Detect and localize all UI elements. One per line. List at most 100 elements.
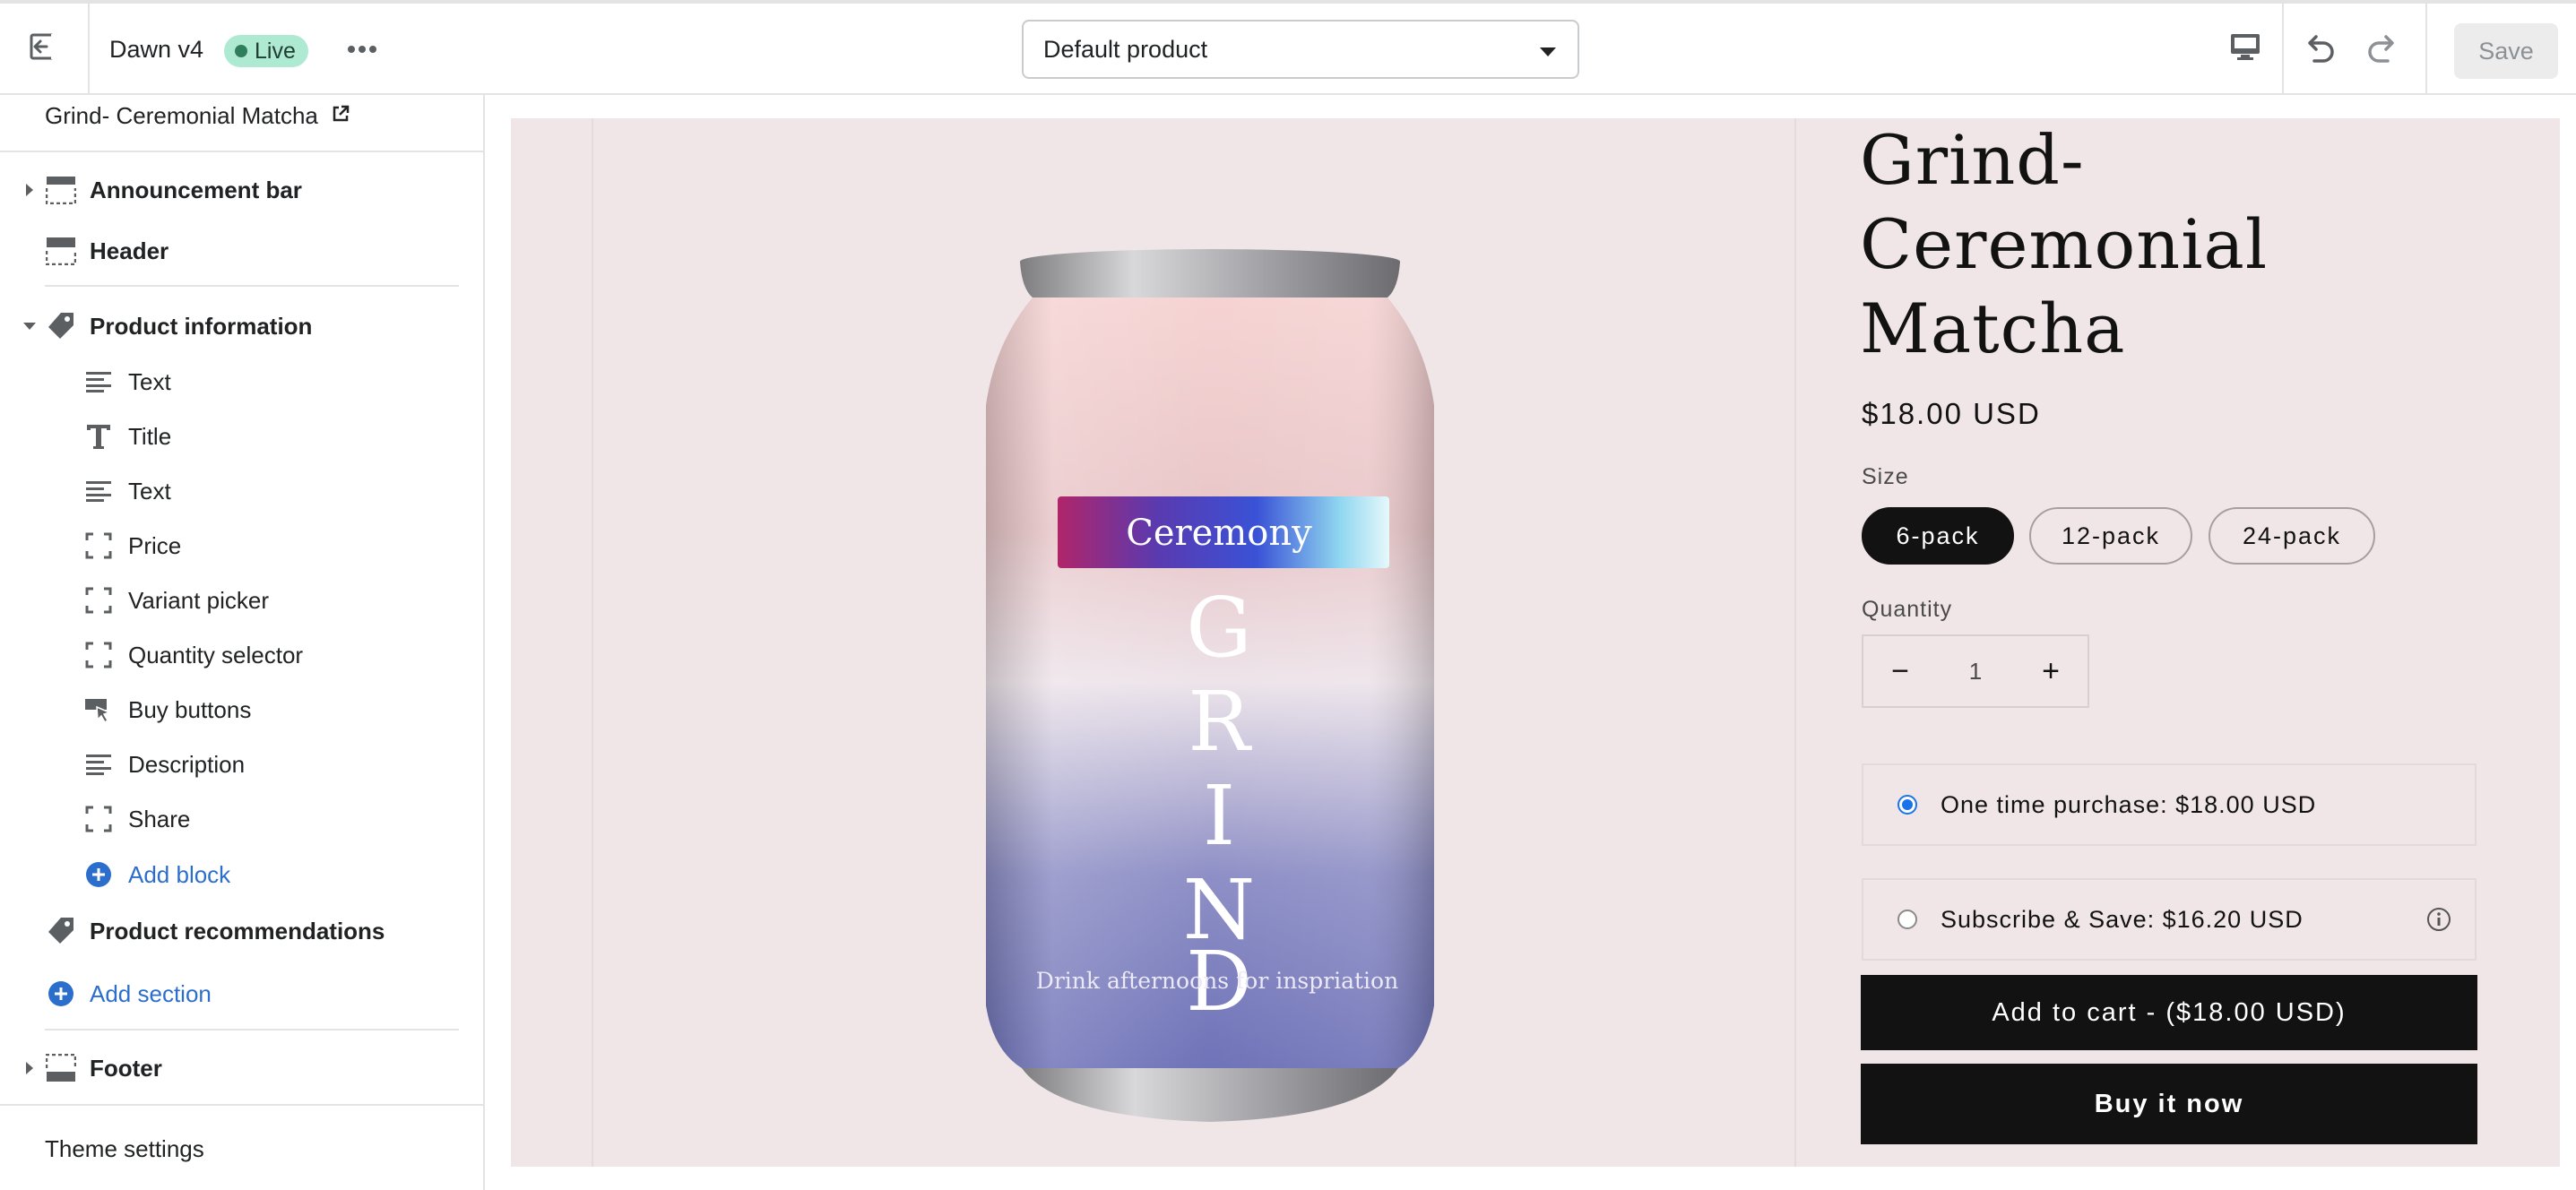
block-share[interactable]: Share bbox=[0, 794, 483, 844]
tag-icon bbox=[45, 915, 77, 947]
text-lines-icon bbox=[82, 748, 115, 780]
status-badge-label: Live bbox=[255, 38, 296, 64]
desktop-icon bbox=[2229, 31, 2261, 66]
block-label: Buy buttons bbox=[128, 695, 252, 723]
more-icon bbox=[347, 42, 377, 58]
add-section-label: Add section bbox=[90, 979, 212, 1007]
quantity-decrease-button[interactable]: − bbox=[1863, 636, 1937, 706]
block-label: Share bbox=[128, 805, 191, 832]
sidebar-divider bbox=[45, 285, 459, 287]
block-price[interactable]: Price bbox=[0, 521, 483, 571]
subscribe-save-label: Subscribe & Save: $16.20 USD bbox=[1941, 905, 2304, 933]
page-name-link[interactable]: Grind- Ceremonial Matcha bbox=[45, 102, 350, 130]
can-brand-letter: I bbox=[1203, 768, 1235, 864]
topbar-divider bbox=[2425, 4, 2427, 93]
block-title[interactable]: Title bbox=[0, 411, 483, 461]
size-option-12-pack[interactable]: 12-pack bbox=[2029, 507, 2192, 565]
one-time-purchase-label: One time purchase: $18.00 USD bbox=[1941, 790, 2317, 818]
block-description[interactable]: Description bbox=[0, 739, 483, 789]
theme-settings-label: Theme settings bbox=[45, 1134, 204, 1162]
can-tagline-text: Drink afternoons for inspriation bbox=[1035, 968, 1399, 994]
redo-icon bbox=[2364, 30, 2400, 71]
add-block-button[interactable]: Add block bbox=[0, 849, 483, 900]
block-label: Price bbox=[128, 531, 182, 559]
section-label: Footer bbox=[90, 1054, 162, 1082]
one-time-purchase-radio[interactable] bbox=[1897, 795, 1917, 815]
quantity-input[interactable]: 1 bbox=[1937, 658, 2014, 686]
chevron-right-icon[interactable] bbox=[22, 182, 38, 198]
header-icon bbox=[45, 235, 77, 267]
exit-button[interactable] bbox=[0, 4, 90, 93]
undo-button[interactable] bbox=[2298, 29, 2341, 72]
add-block-label: Add block bbox=[128, 860, 231, 888]
subscribe-save-option[interactable]: Subscribe & Save: $16.20 USD bbox=[1862, 878, 2477, 961]
device-preview-button[interactable] bbox=[2210, 4, 2280, 93]
section-label: Product information bbox=[90, 312, 313, 340]
info-icon[interactable] bbox=[2426, 907, 2451, 932]
page-name: Grind- Ceremonial Matcha bbox=[45, 102, 318, 129]
quantity-stepper: − 1 + bbox=[1862, 634, 2089, 708]
can-brand-letter: G bbox=[1186, 580, 1252, 676]
size-label: Size bbox=[1862, 464, 1909, 489]
section-product-information[interactable]: Product information bbox=[0, 301, 483, 351]
block-text[interactable]: Text bbox=[0, 357, 483, 407]
block-label: Variant picker bbox=[128, 586, 270, 614]
more-actions-button[interactable] bbox=[341, 29, 384, 72]
section-product-recommendations[interactable]: Product recommendations bbox=[0, 906, 483, 956]
one-time-purchase-option[interactable]: One time purchase: $18.00 USD bbox=[1862, 763, 2477, 846]
tag-icon bbox=[45, 310, 77, 342]
storefront-preview: Ceremony G R I N D D Drink afternoons fo… bbox=[511, 118, 2560, 1167]
add-to-cart-button[interactable]: Add to cart - ($18.00 USD) bbox=[1861, 975, 2477, 1050]
chevron-down-icon[interactable] bbox=[22, 318, 38, 334]
block-label: Description bbox=[128, 750, 246, 778]
external-link-icon bbox=[331, 102, 350, 130]
preview-guide-line bbox=[592, 118, 593, 1167]
theme-name: Dawn v4 bbox=[109, 36, 204, 63]
save-button[interactable]: Save bbox=[2454, 23, 2558, 79]
block-frame-icon bbox=[82, 530, 115, 562]
template-select[interactable]: Default product bbox=[1022, 20, 1579, 79]
block-frame-icon bbox=[82, 639, 115, 671]
plus-circle-icon bbox=[82, 858, 115, 891]
buy-it-now-button[interactable]: Buy it now bbox=[1861, 1064, 2477, 1144]
add-section-button[interactable]: Add section bbox=[0, 969, 483, 1019]
section-footer[interactable]: Footer bbox=[0, 1043, 483, 1093]
block-buy-buttons[interactable]: Buy buttons bbox=[0, 685, 483, 735]
subscribe-save-radio[interactable] bbox=[1897, 910, 1917, 929]
can-band-label: Ceremony bbox=[1126, 513, 1312, 554]
live-dot-icon bbox=[235, 45, 247, 57]
topbar-divider bbox=[2282, 4, 2284, 93]
product-title: Grind- Ceremonial Matcha bbox=[1860, 120, 2269, 368]
block-variant-picker[interactable]: Variant picker bbox=[0, 575, 483, 625]
sidebar-divider bbox=[0, 151, 483, 152]
block-text[interactable]: Text bbox=[0, 466, 483, 516]
sections-sidebar: Grind- Ceremonial Matcha Announcement ba… bbox=[0, 95, 485, 1190]
redo-button[interactable] bbox=[2361, 29, 2404, 72]
quantity-label: Quantity bbox=[1862, 597, 1953, 622]
chevron-right-icon[interactable] bbox=[22, 1060, 38, 1076]
text-lines-icon bbox=[82, 475, 115, 507]
editor-topbar: Dawn v4 Live Default product Save bbox=[0, 0, 2576, 95]
block-quantity-selector[interactable]: Quantity selector bbox=[0, 630, 483, 680]
quantity-increase-button[interactable]: + bbox=[2014, 636, 2088, 706]
section-announcement-bar[interactable]: Announcement bar bbox=[0, 165, 483, 215]
preview-guide-line bbox=[1794, 118, 1796, 1167]
sidebar-divider bbox=[45, 1029, 459, 1030]
section-label: Announcement bar bbox=[90, 176, 302, 203]
theme-settings-button[interactable]: Theme settings bbox=[0, 1124, 483, 1174]
announcement-bar-icon bbox=[45, 174, 77, 206]
block-label: Quantity selector bbox=[128, 641, 304, 668]
size-option-6-pack[interactable]: 6-pack bbox=[1862, 507, 2014, 565]
size-option-24-pack[interactable]: 24-pack bbox=[2209, 507, 2375, 565]
section-header[interactable]: Header bbox=[0, 226, 483, 276]
can-brand-letter: R bbox=[1188, 674, 1252, 770]
footer-icon bbox=[45, 1052, 77, 1084]
text-lines-icon bbox=[82, 366, 115, 398]
product-image[interactable]: Ceremony G R I N D D Drink afternoons fo… bbox=[950, 235, 1470, 1135]
block-frame-icon bbox=[82, 584, 115, 617]
chevron-down-icon bbox=[1540, 47, 1556, 56]
status-badge: Live bbox=[224, 35, 308, 67]
block-label: Title bbox=[128, 422, 172, 450]
exit-icon bbox=[29, 31, 59, 66]
block-label: Text bbox=[128, 367, 171, 395]
